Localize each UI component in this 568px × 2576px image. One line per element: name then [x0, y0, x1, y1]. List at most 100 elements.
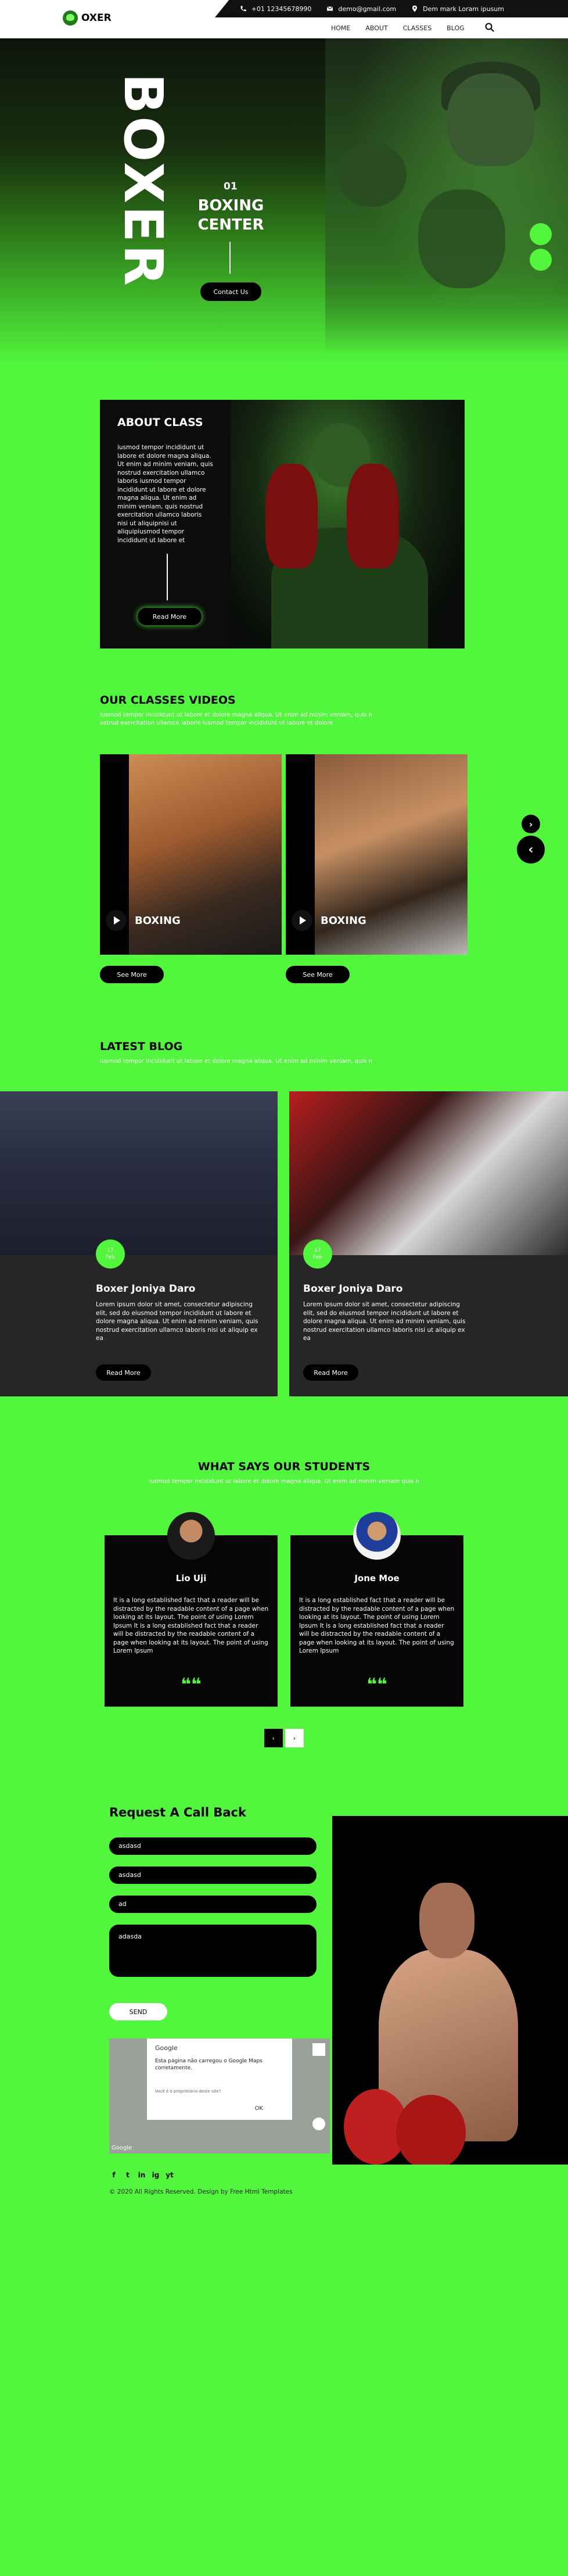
- testimonial-pager: ‹ ›: [264, 1729, 304, 1747]
- video-label: BOXING: [321, 915, 366, 927]
- about-read-more-button[interactable]: Read More: [138, 608, 202, 625]
- blog-date-badge: 17 Feb: [96, 1239, 125, 1269]
- phone-number: +01 12345678990: [251, 5, 312, 13]
- testimonial-card: Lio Uji It is a long established fact th…: [105, 1512, 278, 1707]
- email-contact[interactable]: demo@gmail.com: [326, 5, 396, 13]
- blog-date-day: 17: [314, 1248, 321, 1253]
- blog-date-month: Feb: [313, 1255, 322, 1260]
- nav-about[interactable]: ABOUT: [365, 24, 387, 32]
- blog-post-image: [289, 1091, 568, 1255]
- blog-read-more-button[interactable]: Read More: [96, 1364, 151, 1381]
- testimonial-text: It is a long established fact that a rea…: [113, 1597, 269, 1654]
- class-video-card[interactable]: BOXING: [286, 754, 468, 955]
- avatar: [167, 1512, 215, 1560]
- student-name: Lio Uji: [175, 1573, 207, 1583]
- phone-field[interactable]: ad: [109, 1896, 317, 1913]
- boxer-glove-right: [347, 464, 399, 568]
- mail-icon: [327, 6, 333, 11]
- phone-contact[interactable]: +01 12345678990: [240, 5, 312, 13]
- blog-post-card[interactable]: 17 Feb Boxer Joniya Daro Lorem ipsum dol…: [0, 1091, 278, 1396]
- search-icon[interactable]: [485, 23, 494, 32]
- hero-big-word: BOXER: [112, 73, 174, 288]
- logo-text: OXER: [81, 12, 112, 24]
- class-video-card[interactable]: BOXING: [100, 754, 282, 955]
- youtube-icon[interactable]: yt: [165, 2170, 174, 2180]
- hero-title: BOXING CENTER: [195, 196, 267, 235]
- message-field[interactable]: adasda: [109, 1925, 317, 1977]
- email-address: demo@gmail.com: [338, 5, 397, 13]
- slider-dot-2[interactable]: [530, 249, 552, 271]
- facebook-icon[interactable]: f: [109, 2170, 118, 2180]
- about-text: iusmod tempor incididunt ut labore et do…: [117, 444, 213, 544]
- send-button[interactable]: SEND: [109, 2003, 167, 2020]
- blog-post-excerpt: Lorem ipsum dolor sit amet, consectetur …: [303, 1301, 466, 1342]
- play-icon[interactable]: [292, 910, 312, 931]
- name-field[interactable]: asdasd: [109, 1837, 317, 1855]
- boxer-glove-right: [418, 189, 505, 288]
- blog-post-title[interactable]: Boxer Joniya Daro: [96, 1283, 196, 1295]
- hero-boxer-image: [325, 38, 568, 352]
- hero-title-line2: CENTER: [197, 216, 264, 234]
- blog-title: LATEST BLOG: [100, 1040, 183, 1053]
- nav-home[interactable]: HOME: [331, 24, 350, 32]
- instagram-icon[interactable]: ig: [151, 2170, 160, 2180]
- top-contact-bar: +01 12345678990 demo@gmail.com Dem mark …: [0, 0, 568, 26]
- hero-banner: BOXER 01 BOXING CENTER Contact Us: [0, 38, 568, 364]
- google-logo: Google: [112, 2145, 132, 2151]
- student-name: Jone Moe: [354, 1573, 400, 1583]
- phone-icon: [240, 6, 246, 12]
- blog-date-badge: 17 Feb: [303, 1239, 332, 1269]
- about-divider: [167, 554, 168, 600]
- nav-blog[interactable]: BLOG: [447, 24, 464, 32]
- pager-prev-button[interactable]: ‹: [264, 1729, 283, 1747]
- boxer-glove-right: [396, 2095, 466, 2165]
- map-error-message: Esta página não carregou o Google Maps c…: [155, 2058, 263, 2071]
- map-ok-button[interactable]: OK: [255, 2105, 263, 2112]
- fullscreen-icon[interactable]: [312, 2043, 325, 2056]
- hero-slide-number: 01: [224, 181, 238, 192]
- pegman-icon[interactable]: [312, 2118, 325, 2130]
- contact-us-button[interactable]: Contact Us: [200, 282, 261, 301]
- quote-icon: ❝❝: [366, 1675, 387, 1695]
- testimonials-subtitle: iusmod tempor incididunt ut labore et do…: [149, 1478, 419, 1485]
- nav-classes[interactable]: CLASSES: [403, 24, 432, 32]
- google-map-embed[interactable]: Google Esta página não carregou o Google…: [109, 2038, 330, 2154]
- blog-subtitle: iusmod tempor incididunt ut labore et do…: [100, 1058, 372, 1065]
- blog-post-card[interactable]: 17 Feb Boxer Joniya Daro Lorem ipsum dol…: [289, 1091, 568, 1396]
- boxer-head: [419, 1883, 474, 1958]
- boxing-glove-logo-icon: [63, 10, 78, 26]
- pager-next-button[interactable]: ›: [285, 1729, 304, 1747]
- blog-read-more-button[interactable]: Read More: [303, 1364, 358, 1381]
- boxer-head: [447, 73, 534, 166]
- map-error-dialog: Google Esta página não carregou o Google…: [147, 2038, 292, 2120]
- hero-title-line1: BOXING: [197, 197, 264, 214]
- about-boxer-image: [231, 400, 465, 649]
- email-field[interactable]: asdasd: [109, 1866, 317, 1884]
- see-more-button[interactable]: See More: [286, 966, 350, 983]
- quote-icon: ❝❝: [181, 1675, 202, 1695]
- address-text: Dem mark Loram ipusum: [423, 5, 504, 13]
- map-provider-name: Google: [155, 2044, 178, 2052]
- carousel-prev-button[interactable]: ‹: [517, 836, 545, 864]
- blog-post-image: [0, 1091, 278, 1255]
- testimonial-text: It is a long established fact that a rea…: [299, 1597, 455, 1654]
- testimonials-title: WHAT SAYS OUR STUDENTS: [197, 1460, 371, 1473]
- map-owner-question[interactable]: Você é o proprietário deste site?: [155, 2089, 284, 2094]
- callback-title: Request A Call Back: [109, 1805, 246, 1819]
- avatar: [353, 1512, 401, 1560]
- callback-boxer-image: [332, 1816, 568, 2165]
- carousel-next-button[interactable]: ›: [522, 815, 540, 833]
- play-icon[interactable]: [106, 910, 127, 931]
- linkedin-icon[interactable]: in: [137, 2170, 146, 2180]
- twitter-icon[interactable]: t: [123, 2170, 132, 2180]
- see-more-button[interactable]: See More: [100, 966, 164, 983]
- copyright-text: © 2020 All Rights Reserved. Design by Fr…: [109, 2188, 293, 2195]
- location-pin-icon: [412, 5, 418, 12]
- address-contact[interactable]: Dem mark Loram ipusum: [411, 5, 504, 13]
- blog-date-month: Feb: [106, 1255, 115, 1260]
- slider-dot-1[interactable]: [530, 223, 552, 245]
- boxer-glove-left: [337, 143, 407, 207]
- site-logo[interactable]: OXER: [63, 10, 112, 26]
- blog-post-title[interactable]: Boxer Joniya Daro: [303, 1283, 403, 1295]
- about-title: ABOUT CLASS: [117, 416, 203, 429]
